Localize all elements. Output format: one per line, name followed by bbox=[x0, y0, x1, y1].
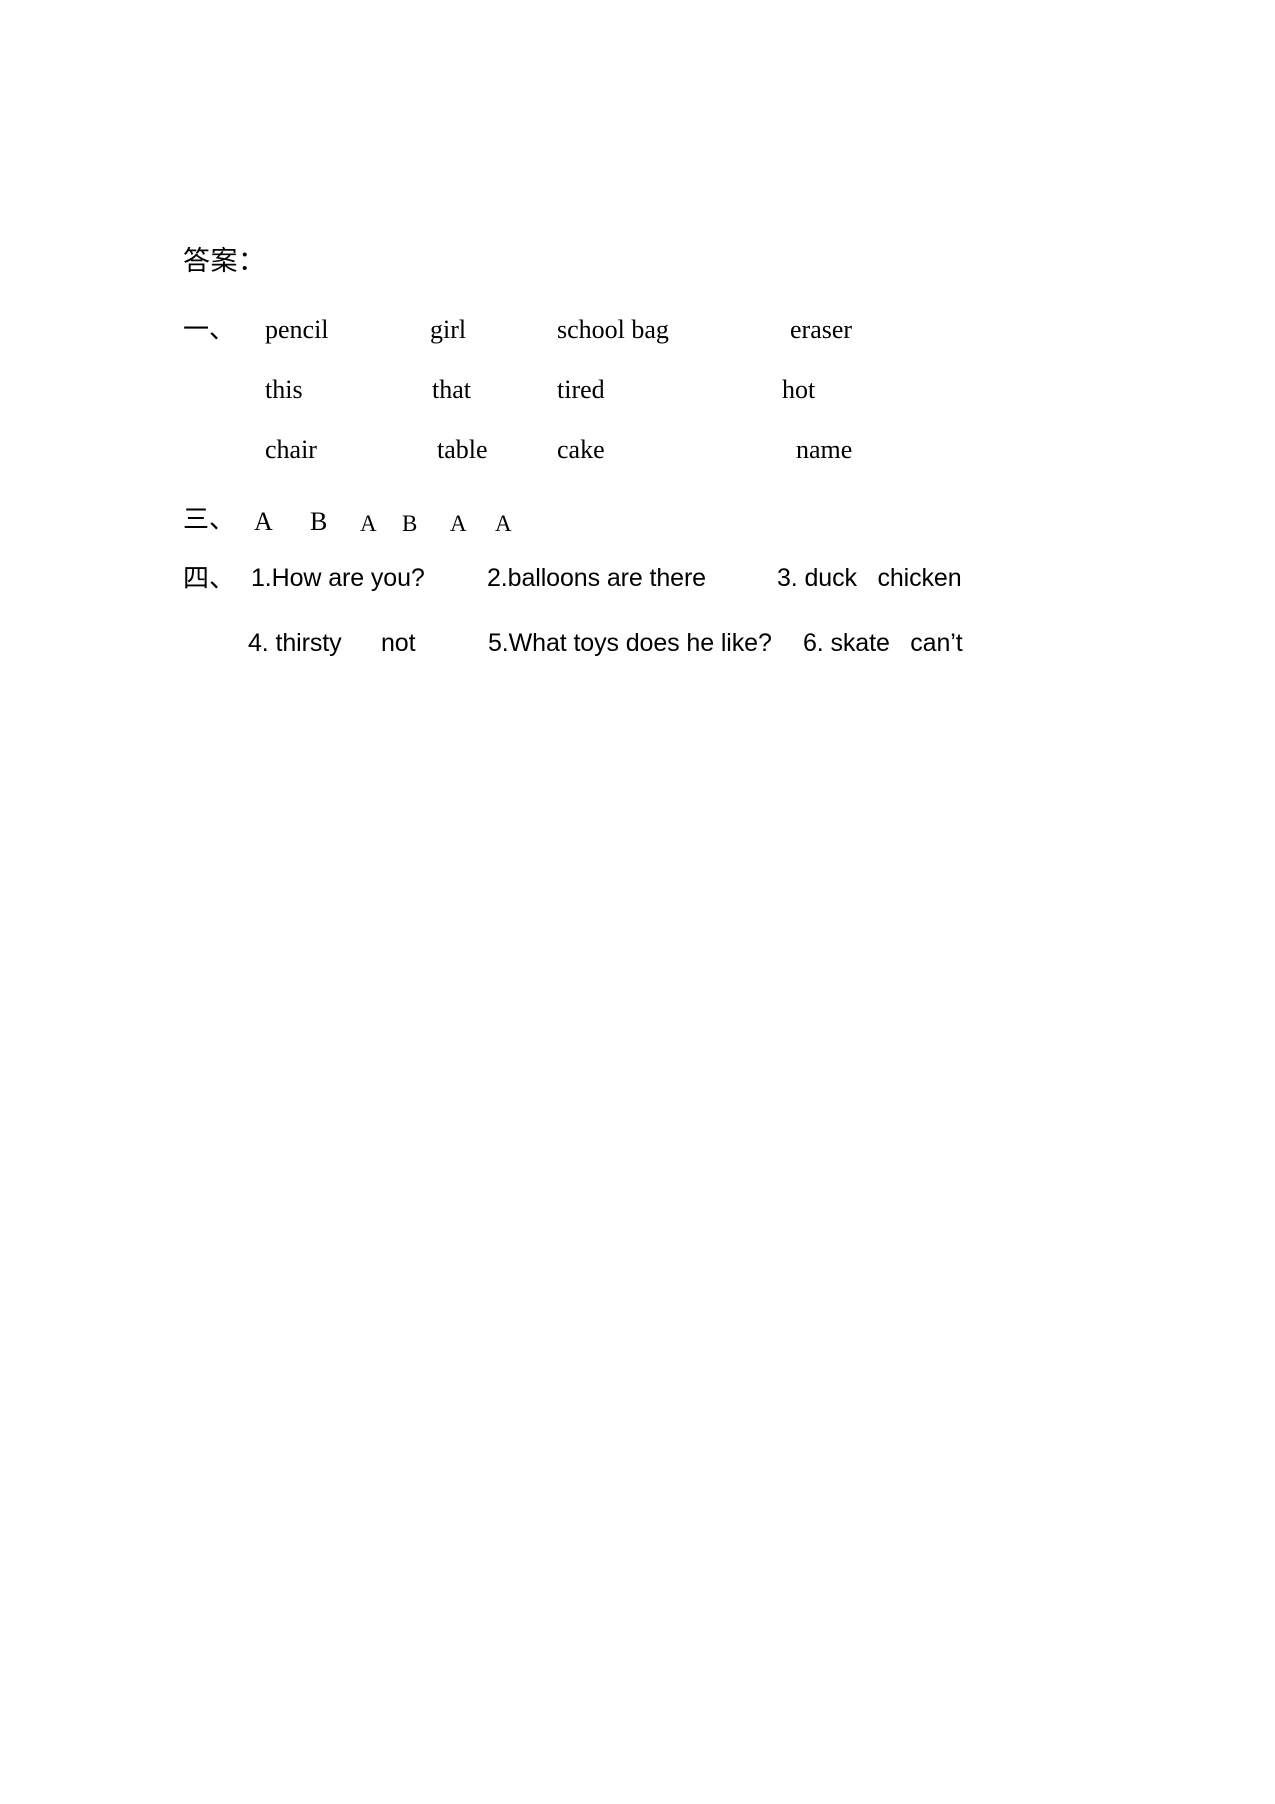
sentence-answer: 1.How are you? bbox=[251, 564, 425, 592]
word-cell: school bag bbox=[557, 315, 669, 344]
letter-answer: B bbox=[402, 511, 418, 536]
word-cell: eraser bbox=[790, 315, 853, 344]
letter-answer: A bbox=[254, 507, 273, 536]
letter-answer: A bbox=[450, 511, 467, 536]
word-cell: table bbox=[437, 435, 488, 464]
word-cell: chair bbox=[265, 435, 317, 464]
sentence-answer: 3. duck chicken bbox=[777, 564, 962, 592]
word-cell: name bbox=[796, 435, 853, 464]
letter-answer: A bbox=[495, 511, 512, 536]
word-cell: that bbox=[432, 375, 471, 404]
section-marker-one: 一、 bbox=[183, 315, 236, 344]
sentence-answer: 5.What toys does he like? bbox=[488, 629, 772, 657]
word-cell: pencil bbox=[265, 315, 329, 344]
sentence-answer: 2.balloons are there bbox=[487, 564, 706, 592]
word-cell: hot bbox=[782, 375, 816, 404]
word-cell: cake bbox=[557, 435, 605, 464]
letter-answer: B bbox=[310, 507, 328, 536]
word-cell: tired bbox=[557, 375, 605, 404]
page-title: 答案： bbox=[183, 246, 266, 276]
sentence-answer: 4. thirsty bbox=[248, 629, 342, 657]
answer-key-page: 答案： 一、 pencil girl school bag eraser thi… bbox=[0, 0, 1275, 1804]
word-cell: girl bbox=[430, 315, 467, 344]
word-cell: this bbox=[265, 375, 303, 404]
section-marker-four: 四、 bbox=[183, 564, 236, 593]
letter-answer: A bbox=[360, 511, 377, 536]
section-marker-three: 三、 bbox=[183, 505, 236, 534]
sentence-answer: 6. skate can’t bbox=[803, 629, 963, 657]
sentence-answer: not bbox=[381, 629, 416, 657]
